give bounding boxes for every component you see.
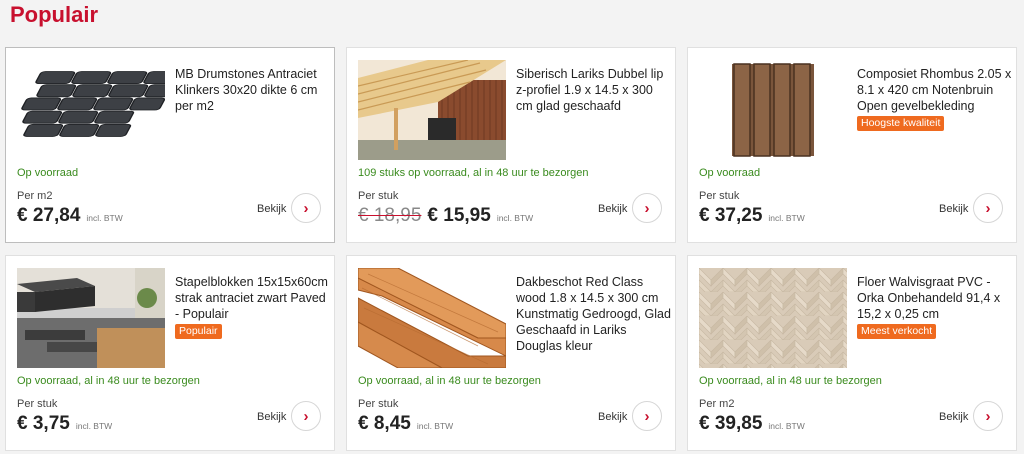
vat-label: incl. BTW [86,213,123,223]
quality-badge: Hoogste kwaliteit [857,116,945,131]
view-button[interactable]: › [632,401,662,431]
product-title[interactable]: MB Drumstones Antraciet Klinkers 30x20 d… [175,66,330,114]
price-row: € 18,95 € 15,95 incl. BTW [358,205,533,227]
price-unit: Per m2 [699,398,735,410]
product-title-text[interactable]: Dakbeschot Red Class wood 1.8 x 14.5 x 3… [516,275,671,353]
chevron-right-icon: › [644,199,650,217]
product-title-text[interactable]: Composiet Rhombus 2.05 x 8.1 x 420 cm No… [857,67,1011,113]
product-title-text[interactable]: Siberisch Lariks Dubbel lip z-profiel 1.… [516,67,663,113]
vat-label: incl. BTW [768,421,805,431]
vat-label: incl. BTW [496,213,534,223]
product-card[interactable]: Floer Walvisgraat PVC - Orka Onbehandeld… [687,255,1017,451]
view-button[interactable]: › [291,401,321,431]
product-card[interactable]: MB Drumstones Antraciet Klinkers 30x20 d… [5,47,335,243]
view-label[interactable]: Bekijk [598,203,627,215]
product-title[interactable]: Floer Walvisgraat PVC - Orka Onbehandeld… [857,274,1012,339]
popular-badge: Populair [175,324,222,339]
price-row: € 37,25 incl. BTW [699,205,805,227]
vat-label: incl. BTW [416,421,454,431]
product-grid: MB Drumstones Antraciet Klinkers 30x20 d… [5,47,1017,451]
product-image[interactable] [17,268,165,368]
product-image[interactable] [699,268,847,368]
price-unit: Per stuk [17,398,58,410]
view-button[interactable]: › [973,193,1003,223]
bestseller-badge: Meest verkocht [857,324,937,339]
chevron-right-icon: › [985,199,991,217]
product-title[interactable]: Siberisch Lariks Dubbel lip z-profiel 1.… [516,66,671,114]
stock-status: 109 stuks op voorraad, al in 48 uur te b… [358,167,589,179]
price-row: € 3,75 incl. BTW [17,413,112,435]
view-label[interactable]: Bekijk [598,411,627,423]
view-button[interactable]: › [632,193,662,223]
price: € 37,25 [699,205,763,226]
price-unit: Per stuk [358,398,399,410]
chevron-right-icon: › [303,407,309,425]
product-image[interactable] [358,60,506,160]
chevron-right-icon: › [644,407,650,425]
product-title-text[interactable]: MB Drumstones Antraciet Klinkers 30x20 d… [175,67,317,113]
price: € 39,85 [699,413,763,434]
product-image[interactable] [17,60,165,160]
price: € 27,84 [17,205,81,226]
price-row: € 27,84 incl. BTW [17,205,123,227]
section-title: Populair [10,2,99,27]
product-card[interactable]: Siberisch Lariks Dubbel lip z-profiel 1.… [346,47,676,243]
product-title[interactable]: Stapelblokken 15x15x60cm strak antraciet… [175,274,330,339]
chevron-right-icon: › [985,407,991,425]
product-title[interactable]: Dakbeschot Red Class wood 1.8 x 14.5 x 3… [516,274,671,354]
stock-status: Op voorraad, al in 48 uur te bezorgen [699,375,882,387]
price-unit: Per m2 [17,190,53,202]
view-button[interactable]: › [973,401,1003,431]
price-unit: Per stuk [699,190,740,202]
price-unit: Per stuk [358,190,399,202]
chevron-right-icon: › [303,199,309,217]
stock-status: Op voorraad, al in 48 uur te bezorgen [358,375,541,387]
price: € 8,45 [358,413,411,434]
vat-label: incl. BTW [75,421,113,431]
product-card[interactable]: Stapelblokken 15x15x60cm strak antraciet… [5,255,335,451]
stock-status: Op voorraad, al in 48 uur te bezorgen [17,375,200,387]
price: € 15,95 [427,205,491,226]
view-label[interactable]: Bekijk [939,411,968,423]
product-card[interactable]: Dakbeschot Red Class wood 1.8 x 14.5 x 3… [346,255,676,451]
product-title[interactable]: Composiet Rhombus 2.05 x 8.1 x 420 cm No… [857,66,1012,131]
product-image[interactable] [358,268,506,368]
product-title-text[interactable]: Floer Walvisgraat PVC - Orka Onbehandeld… [857,275,1000,321]
stock-status: Op voorraad [17,167,79,179]
view-button[interactable]: › [291,193,321,223]
price-row: € 39,85 incl. BTW [699,413,805,435]
product-image[interactable] [699,60,847,160]
view-label[interactable]: Bekijk [939,203,968,215]
price: € 3,75 [17,413,70,434]
view-label[interactable]: Bekijk [257,203,286,215]
product-card[interactable]: Composiet Rhombus 2.05 x 8.1 x 420 cm No… [687,47,1017,243]
product-title-text[interactable]: Stapelblokken 15x15x60cm strak antraciet… [175,275,328,321]
vat-label: incl. BTW [768,213,805,223]
old-price: € 18,95 [358,205,422,226]
view-label[interactable]: Bekijk [257,411,286,423]
stock-status: Op voorraad [699,167,761,179]
price-row: € 8,45 incl. BTW [358,413,453,435]
